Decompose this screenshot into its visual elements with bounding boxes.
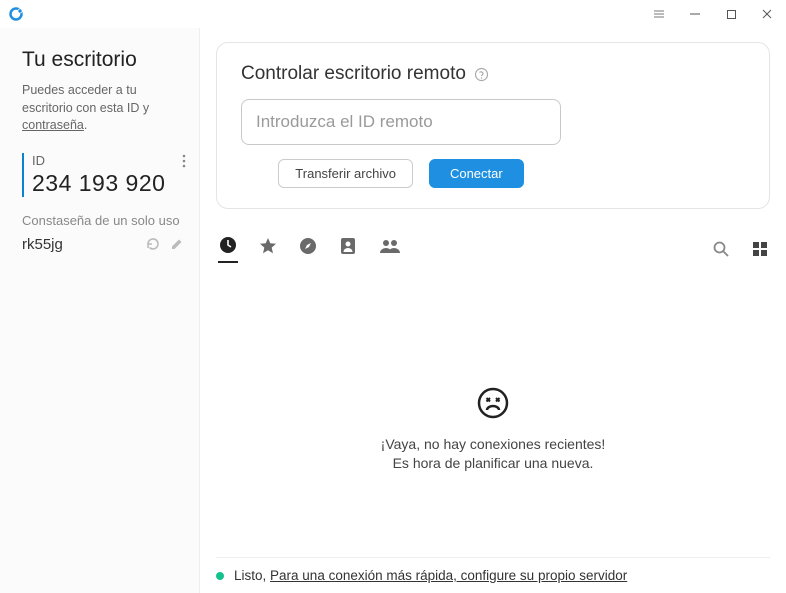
address-book-tab-icon[interactable]	[338, 236, 358, 262]
password-value: rk55jg	[22, 236, 63, 253]
id-value: 234 193 920	[32, 170, 185, 197]
app-logo-icon	[8, 6, 24, 22]
group-tab-icon[interactable]	[378, 236, 402, 262]
remote-id-input[interactable]	[241, 99, 561, 145]
discovered-tab-icon[interactable]	[298, 236, 318, 262]
sidebar-title: Tu escritorio	[22, 48, 185, 72]
card-title: Controlar escritorio remoto	[241, 63, 745, 85]
sad-face-icon	[476, 386, 510, 420]
status-dot-icon	[216, 572, 224, 580]
edit-icon[interactable]	[169, 236, 185, 252]
sidebar-desc-post: .	[84, 118, 87, 132]
password-link[interactable]: contraseña	[22, 118, 84, 132]
minimize-icon[interactable]	[682, 1, 708, 27]
sidebar-description: Puedes acceder a tu escritorio con esta …	[22, 82, 185, 135]
main-content: Controlar escritorio remoto Transferir a…	[200, 28, 786, 593]
tabs-row	[216, 235, 770, 263]
search-icon[interactable]	[712, 240, 730, 258]
close-icon[interactable]	[754, 1, 780, 27]
status-link[interactable]: Para una conexión más rápida, configure …	[270, 568, 627, 583]
status-bar: Listo, Para una conexión más rápida, con…	[216, 557, 770, 583]
more-vertical-icon[interactable]	[177, 153, 191, 169]
grid-view-icon[interactable]	[752, 241, 768, 257]
empty-state: ¡Vaya, no hay conexiones recientes! Es h…	[216, 263, 770, 593]
menu-icon[interactable]	[646, 1, 672, 27]
status-text: Listo, Para una conexión más rápida, con…	[234, 568, 627, 583]
recent-tab-icon[interactable]	[218, 235, 238, 263]
id-label: ID	[32, 153, 185, 168]
refresh-icon[interactable]	[145, 236, 161, 252]
empty-line1: ¡Vaya, no hay conexiones recientes!	[381, 436, 606, 452]
favorites-tab-icon[interactable]	[258, 236, 278, 262]
status-prefix: Listo,	[234, 568, 270, 583]
sidebar-desc-text: Puedes acceder a tu escritorio con esta …	[22, 83, 149, 115]
remote-control-card: Controlar escritorio remoto Transferir a…	[216, 42, 770, 209]
empty-line2: Es hora de planificar una nueva.	[393, 455, 594, 471]
help-icon[interactable]	[474, 67, 489, 82]
transfer-file-button[interactable]: Transferir archivo	[278, 159, 413, 188]
connect-button[interactable]: Conectar	[429, 159, 524, 188]
maximize-icon[interactable]	[718, 1, 744, 27]
card-title-text: Controlar escritorio remoto	[241, 63, 466, 85]
sidebar: Tu escritorio Puedes acceder a tu escrit…	[0, 28, 200, 593]
id-section: ID 234 193 920	[22, 153, 185, 197]
password-label: Constaseña de un solo uso	[22, 213, 185, 228]
title-bar	[0, 0, 786, 28]
